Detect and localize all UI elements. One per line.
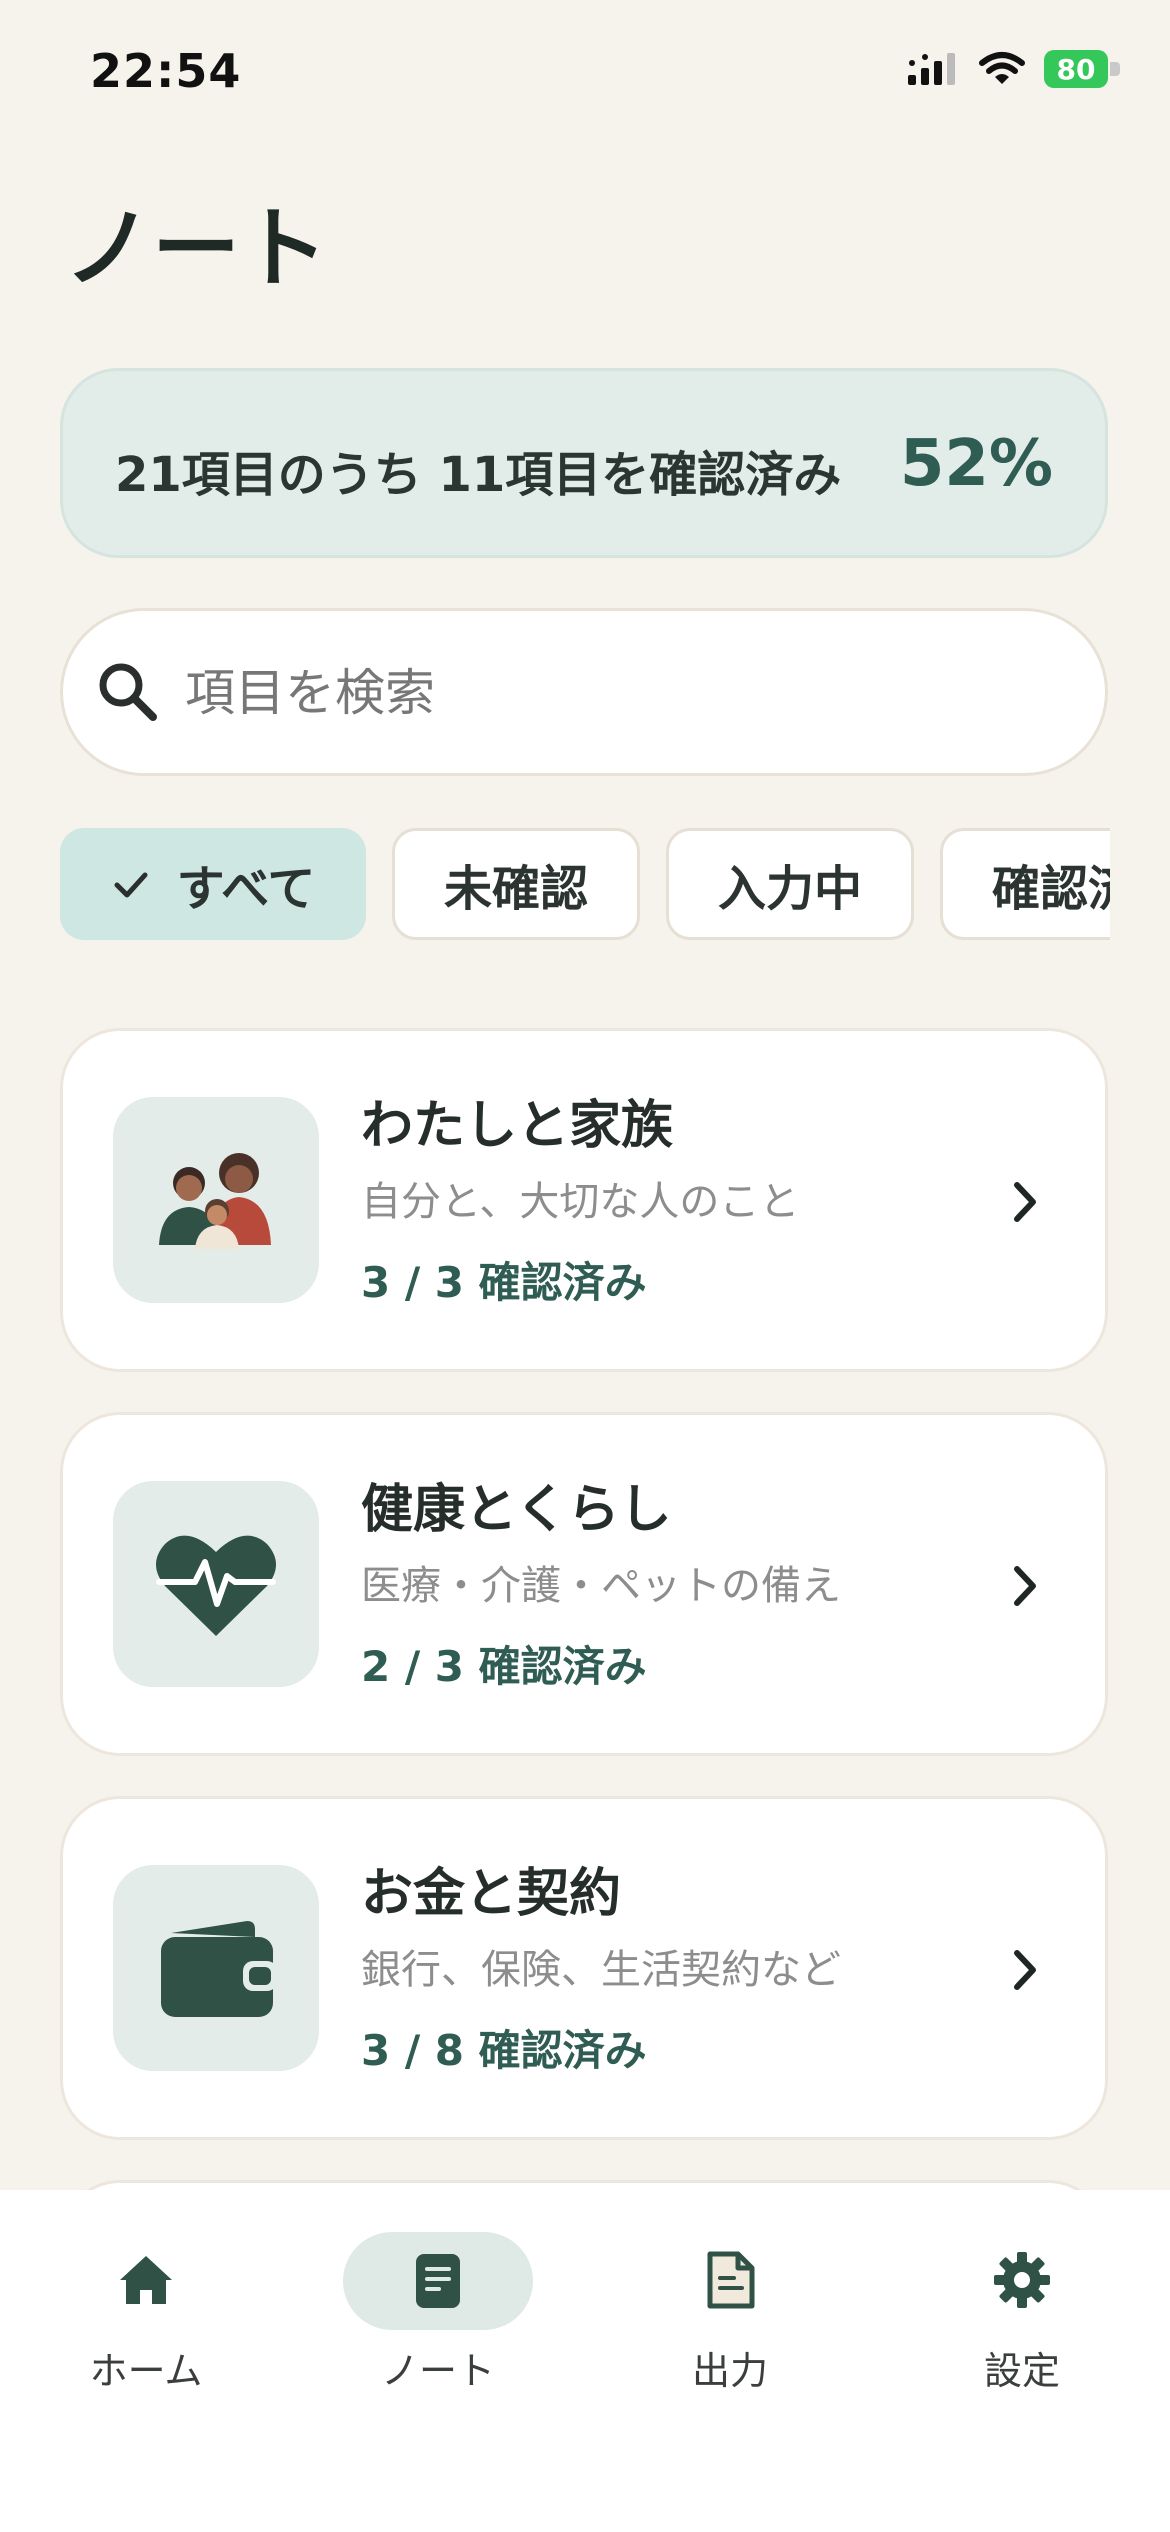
filter-chip-label: すべて <box>176 861 316 917</box>
document-icon <box>707 2251 755 2309</box>
battery-indicator: 80 <box>1044 50 1120 88</box>
card-title: 健康とくらし <box>361 1480 672 1540</box>
filter-chip-confirmed[interactable]: 確認済 <box>940 828 1110 940</box>
tab-note[interactable]: ノート <box>292 2190 584 2430</box>
wallet-icon <box>161 1921 277 2017</box>
section-card-money[interactable]: お金と契約 銀行、保険、生活契約など 3 / 8 確認済み <box>60 1796 1108 2140</box>
card-progress-count: 2 / 3 確認済み <box>361 1642 647 1691</box>
wifi-icon <box>979 52 1025 84</box>
page-title: ノート <box>64 197 329 300</box>
progress-percent: 52% <box>899 427 1053 501</box>
tab-label: 設定 <box>983 2349 1060 2393</box>
card-subtitle: 医療・介護・ペットの備え <box>361 1563 841 1609</box>
check-icon <box>114 872 148 898</box>
filter-chip-label: 入力中 <box>717 861 862 917</box>
card-subtitle: 銀行、保険、生活契約など <box>361 1947 841 1993</box>
filter-chip-label: 未確認 <box>443 861 588 917</box>
battery-level: 80 <box>1044 50 1108 88</box>
note-icon <box>416 2254 460 2308</box>
filter-chip-in-progress[interactable]: 入力中 <box>666 828 914 940</box>
card-title: お金と契約 <box>361 1864 622 1924</box>
chevron-right-icon <box>1014 1182 1036 1222</box>
card-progress-count: 3 / 8 確認済み <box>361 2026 647 2075</box>
status-time: 22:54 <box>90 44 242 98</box>
tab-export[interactable]: 出力 <box>584 2190 876 2430</box>
heart-pulse-icon <box>156 1535 276 1636</box>
filter-chips: すべて 未確認 入力中 確認済 <box>60 828 1110 940</box>
search-icon <box>99 663 157 721</box>
tab-bar: ホーム ノート 出力 設定 <box>0 2190 1170 2532</box>
card-icon-box <box>113 1481 319 1687</box>
chevron-right-icon <box>1014 1566 1036 1606</box>
card-icon-box <box>113 1097 319 1303</box>
card-subtitle: 自分と、大切な人のこと <box>361 1179 800 1225</box>
cellular-signal-icon <box>908 53 955 85</box>
filter-chip-label: 確認済 <box>991 861 1110 917</box>
filter-chip-all[interactable]: すべて <box>60 828 366 940</box>
section-card-health[interactable]: 健康とくらし 医療・介護・ペットの備え 2 / 3 確認済み <box>60 1412 1108 1756</box>
family-icon <box>159 1153 271 1249</box>
battery-tip <box>1110 62 1120 76</box>
home-icon <box>120 2256 172 2304</box>
search-bar[interactable] <box>60 608 1108 776</box>
chevron-right-icon <box>1014 1950 1036 1990</box>
card-title: わたしと家族 <box>361 1096 674 1156</box>
card-icon-box <box>113 1865 319 2071</box>
progress-summary-card: 21項目のうち 11項目を確認済み 52% <box>60 368 1108 558</box>
tab-label: 出力 <box>691 2349 768 2393</box>
status-icons: 80 <box>906 50 1120 88</box>
tab-label: ノート <box>380 2349 495 2393</box>
progress-summary-text: 21項目のうち 11項目を確認済み <box>115 447 842 503</box>
tab-settings[interactable]: 設定 <box>876 2190 1168 2430</box>
card-progress-count: 3 / 3 確認済み <box>361 1258 647 1307</box>
search-input[interactable] <box>183 647 1067 739</box>
tab-home[interactable]: ホーム <box>0 2190 292 2430</box>
section-card-family[interactable]: わたしと家族 自分と、大切な人のこと 3 / 3 確認済み <box>60 1028 1108 1372</box>
status-bar: 22:54 80 <box>0 0 1170 150</box>
filter-chip-unconfirmed[interactable]: 未確認 <box>392 828 640 940</box>
tab-label: ホーム <box>89 2349 203 2393</box>
gear-icon <box>994 2252 1050 2308</box>
